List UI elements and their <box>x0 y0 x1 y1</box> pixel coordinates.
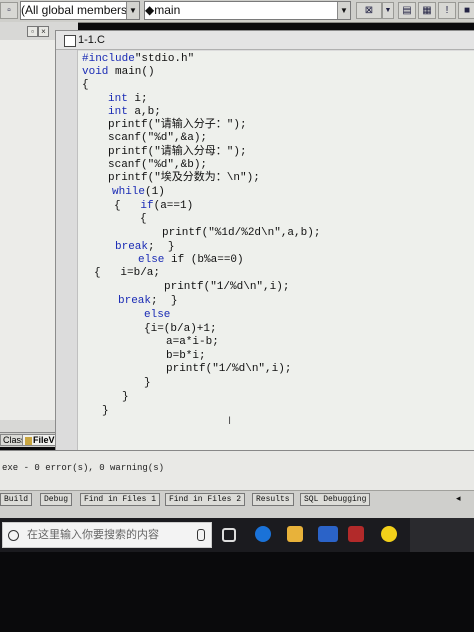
output-tabs: Build Debug Find in Files 1 Find in File… <box>0 490 474 519</box>
code-line[interactable]: { <box>140 213 147 226</box>
code-line[interactable]: { if(a==1) <box>114 200 193 213</box>
code-line[interactable]: printf("请输入分子："); <box>108 119 247 132</box>
editor-titlebar: 1-1.C <box>56 31 474 50</box>
pane-scroll-icon[interactable]: ◂ <box>456 494 461 504</box>
code-line[interactable]: printf("1/%d\n",i); <box>164 281 289 294</box>
restore-icon[interactable]: ▫ <box>27 26 38 37</box>
stop-icon[interactable]: ■ <box>458 2 474 19</box>
file-explorer-icon[interactable] <box>287 526 303 542</box>
code-line[interactable]: scanf("%d",&b); <box>108 159 207 172</box>
build-status-line: exe - 0 error(s), 0 warning(s) <box>2 463 165 473</box>
close-icon[interactable]: × <box>38 26 49 37</box>
chrome-icon[interactable] <box>381 526 397 542</box>
code-area[interactable]: #include"stdio.h" void main(){int i; int a… <box>78 51 474 457</box>
compile-icon[interactable]: ▦ <box>418 2 436 19</box>
code-line[interactable]: while(1) <box>112 186 165 199</box>
tab-find-in-files-2[interactable]: Find in Files 2 <box>165 493 246 506</box>
tab-build[interactable]: Build <box>0 493 33 506</box>
source-code[interactable]: #include"stdio.h" void main(){int i; int a… <box>82 53 462 423</box>
code-line[interactable]: scanf("%d",&a); <box>108 132 207 145</box>
microphone-icon[interactable] <box>197 529 205 541</box>
code-line[interactable]: else if (b%a==0) <box>138 254 244 267</box>
code-line[interactable]: void main() <box>82 66 155 79</box>
tab-sql-debugging[interactable]: SQL Debugging <box>300 493 371 506</box>
wizard-action-icon[interactable]: ⊠ <box>356 2 382 19</box>
function-combo[interactable]: ◆main ▼ <box>144 1 351 20</box>
code-line[interactable]: break; } <box>118 295 177 308</box>
text-cursor-icon: I <box>228 415 232 427</box>
code-line[interactable]: printf("埃及分数为：\n"); <box>108 172 260 185</box>
tab-debug[interactable]: Debug <box>40 493 73 506</box>
toolbar-button[interactable]: ▫ <box>0 2 18 19</box>
app-icon[interactable] <box>318 526 338 542</box>
edge-browser-icon[interactable] <box>255 526 271 542</box>
code-line[interactable]: { <box>82 79 89 92</box>
code-line[interactable]: printf("请输入分母："); <box>108 146 247 159</box>
chevron-down-icon[interactable]: ▼ <box>337 2 350 19</box>
code-line[interactable]: { i=b/a; <box>94 267 160 280</box>
chevron-down-icon[interactable]: ▼ <box>126 2 139 19</box>
editor-title: 1-1.C <box>78 34 105 46</box>
file-icon <box>25 436 32 445</box>
code-line[interactable]: int a,b; <box>108 106 161 119</box>
editor-gutter <box>56 50 78 456</box>
code-line[interactable]: a=a*i-b; <box>166 336 219 349</box>
code-line[interactable]: b=b*i; <box>166 350 206 363</box>
search-placeholder: 在这里输入你要搜索的内容 <box>27 529 159 541</box>
code-line[interactable]: break; } <box>115 241 174 254</box>
code-line[interactable]: int i; <box>108 93 148 106</box>
function-combo-value: ◆main <box>145 3 181 17</box>
tab-find-in-files-1[interactable]: Find in Files 1 <box>80 493 161 506</box>
run-icon[interactable]: ! <box>438 2 456 19</box>
search-icon <box>8 530 19 541</box>
top-toolbar: ▫ (All global members ▼ ◆main ▼ ⊠ ▼ ▤ ▦ … <box>0 0 474 23</box>
tab-results[interactable]: Results <box>252 493 294 506</box>
code-line[interactable]: #include"stdio.h" <box>82 53 194 66</box>
code-line[interactable]: else <box>144 309 170 322</box>
task-view-icon[interactable] <box>222 528 236 542</box>
code-line[interactable]: printf("1/%d\n",i); <box>166 363 291 376</box>
taskbar-tray <box>410 518 474 552</box>
code-line[interactable]: } <box>144 377 151 390</box>
code-line[interactable]: } <box>102 405 109 418</box>
taskbar-search[interactable]: 在这里输入你要搜索的内容 <box>2 522 212 548</box>
app-icon[interactable] <box>348 526 364 542</box>
code-line[interactable]: } <box>122 391 129 404</box>
code-line[interactable]: printf("%1d/%2d\n",a,b); <box>162 227 320 240</box>
document-icon <box>64 35 76 47</box>
members-combo-value: (All global members <box>21 3 128 17</box>
taskbar: 在这里输入你要搜索的内容 <box>0 518 474 552</box>
code-line[interactable]: {i=(b/a)+1; <box>144 323 217 336</box>
build-icon[interactable]: ▤ <box>398 2 416 19</box>
members-combo[interactable]: (All global members ▼ <box>20 1 140 20</box>
chevron-down-icon[interactable]: ▼ <box>382 2 394 19</box>
editor-window: 1-1.C #include"stdio.h" void main(){int i… <box>55 30 474 473</box>
